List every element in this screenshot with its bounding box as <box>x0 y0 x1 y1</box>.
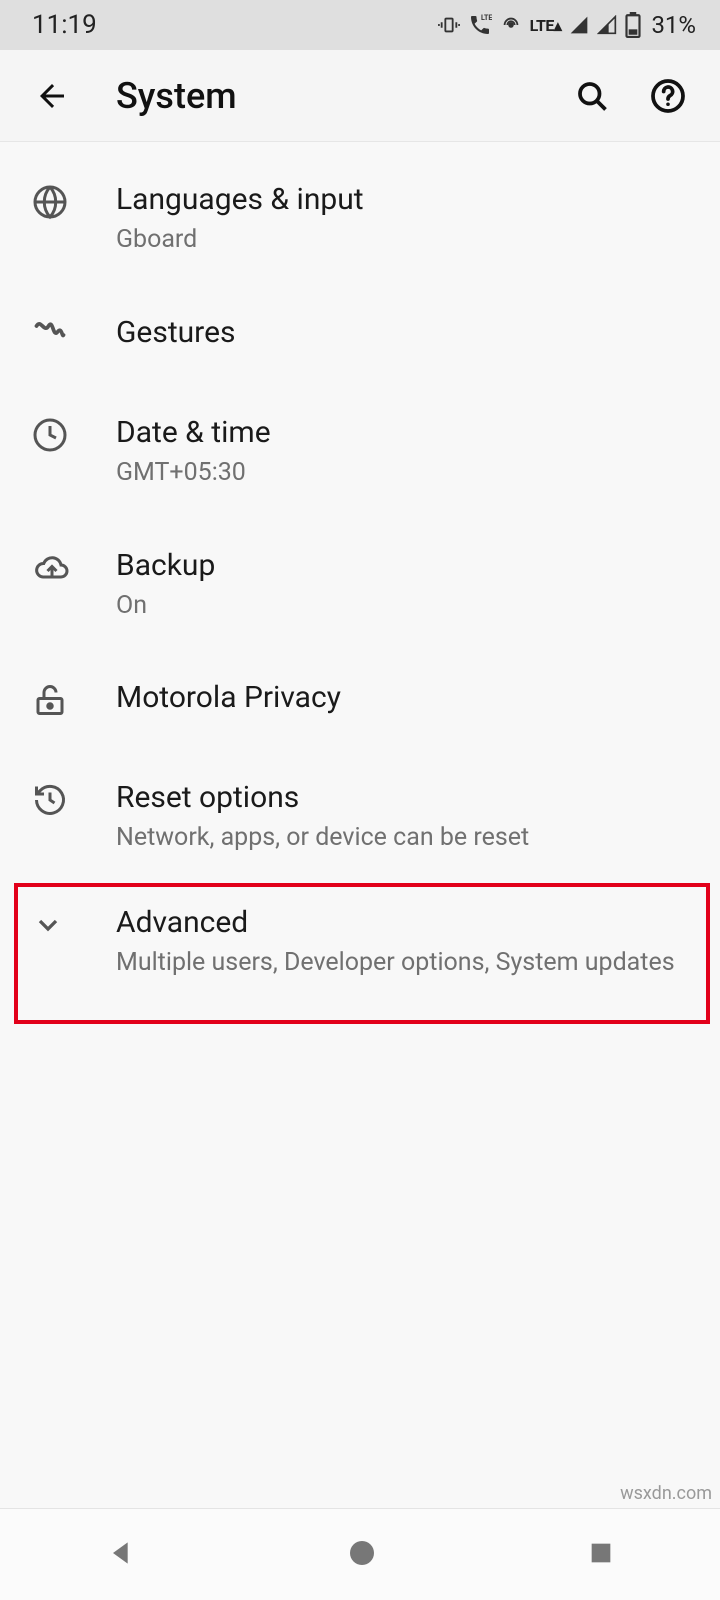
advanced-item[interactable]: Advanced Multiple users, Developer optio… <box>14 883 710 1024</box>
vibrate-icon <box>438 14 460 36</box>
status-time: 11:19 <box>32 10 97 40</box>
page-title: System <box>116 75 568 117</box>
settings-list: Languages & input Gboard Gestures Date &… <box>0 142 720 1024</box>
item-subtitle: On <box>116 589 700 623</box>
clock-icon <box>32 417 68 453</box>
cloud-upload-icon <box>32 550 72 586</box>
help-button[interactable] <box>644 72 692 120</box>
app-bar: System <box>0 50 720 142</box>
backup-item[interactable]: Backup On <box>0 518 720 651</box>
motorola-privacy-item[interactable]: Motorola Privacy <box>0 650 720 750</box>
item-title: Advanced <box>116 903 686 942</box>
watermark: wsxdn.com <box>620 1483 712 1504</box>
gesture-icon <box>32 317 68 353</box>
square-recents-icon <box>587 1539 615 1567</box>
status-bar: 11:19 LTE LTE▴ 31% <box>0 0 720 50</box>
item-title: Gestures <box>116 313 700 352</box>
nav-back-button[interactable] <box>105 1537 137 1573</box>
signal-2-icon <box>597 15 617 35</box>
signal-1-icon <box>569 15 589 35</box>
battery-icon <box>625 12 641 38</box>
globe-icon <box>32 184 68 220</box>
nav-recents-button[interactable] <box>587 1539 615 1571</box>
navigation-bar <box>0 1508 720 1600</box>
item-title: Motorola Privacy <box>116 678 700 717</box>
search-icon <box>574 78 610 114</box>
battery-percent: 31% <box>651 11 696 39</box>
volte-call-icon: LTE <box>468 13 492 37</box>
item-title: Backup <box>116 546 700 585</box>
back-button[interactable] <box>28 78 76 114</box>
circle-home-icon <box>346 1537 378 1569</box>
item-subtitle: Network, apps, or device can be reset <box>116 821 700 855</box>
search-button[interactable] <box>568 72 616 120</box>
nav-home-button[interactable] <box>346 1537 378 1573</box>
status-indicators: LTE LTE▴ 31% <box>438 11 696 39</box>
chevron-down-icon <box>32 909 64 941</box>
item-subtitle: Gboard <box>116 223 700 257</box>
unlock-icon <box>32 682 68 718</box>
triangle-back-icon <box>105 1537 137 1569</box>
restore-icon <box>32 782 68 818</box>
network-lte-label: LTE▴ <box>530 16 562 35</box>
svg-text:LTE: LTE <box>481 14 492 22</box>
item-subtitle: Multiple users, Developer options, Syste… <box>116 946 686 980</box>
item-subtitle: GMT+05:30 <box>116 456 700 490</box>
gestures-item[interactable]: Gestures <box>0 285 720 385</box>
item-title: Date & time <box>116 413 700 452</box>
item-title: Reset options <box>116 778 700 817</box>
reset-options-item[interactable]: Reset options Network, apps, or device c… <box>0 750 720 883</box>
item-title: Languages & input <box>116 180 700 219</box>
date-time-item[interactable]: Date & time GMT+05:30 <box>0 385 720 518</box>
hotspot-icon <box>500 14 522 36</box>
help-icon <box>650 78 686 114</box>
languages-input-item[interactable]: Languages & input Gboard <box>0 152 720 285</box>
arrow-back-icon <box>34 78 70 114</box>
